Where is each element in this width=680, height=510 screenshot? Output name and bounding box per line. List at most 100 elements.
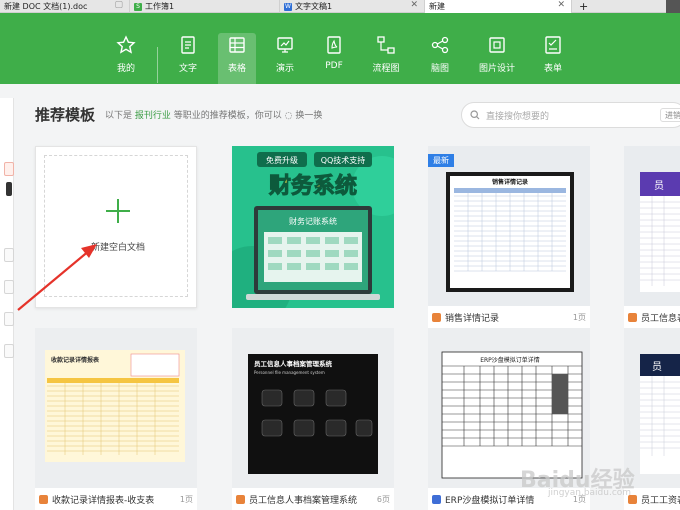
new-badge: 最新: [428, 154, 454, 167]
ribbon-label: 表单: [543, 64, 562, 74]
template-card[interactable]: 员工信息人事档案管理系统 Personnel file management s…: [232, 328, 394, 510]
search-icon: [470, 110, 480, 120]
template-thumbnail: 销售详情记录: [428, 146, 590, 306]
template-type-icon: [432, 312, 441, 322]
template-type-icon: [628, 312, 637, 322]
industry-link[interactable]: 报刊行业: [135, 111, 171, 121]
add-tab-icon[interactable]: +: [572, 0, 594, 13]
template-thumbnail: 员: [624, 146, 680, 306]
divider: [157, 47, 158, 83]
ribbon-image-design[interactable]: 图片设计: [477, 33, 517, 87]
subtitle-text: 以下是: [105, 111, 133, 121]
template-title: 员工信息表: [641, 313, 680, 324]
template-caption: 员工信息表: [624, 306, 680, 328]
template-type-icon: [236, 494, 245, 504]
notification-icon[interactable]: [4, 162, 14, 176]
document-icon: [181, 36, 195, 54]
tab-label: 文字文稿1: [295, 2, 333, 11]
ribbon-writer[interactable]: 文字: [169, 33, 207, 87]
section-title: 推荐模板: [35, 106, 96, 124]
tab-label: 工作簿1: [145, 2, 175, 11]
tab-new[interactable]: 新建 ✕: [425, 0, 572, 13]
mindmap-icon: [431, 36, 449, 54]
refresh-button[interactable]: ◌ 换一换: [285, 111, 323, 121]
thumb-title: 员工信息人事档案管理系统: [254, 359, 333, 368]
left-panel: [0, 98, 14, 510]
indicator-icon: [6, 182, 12, 196]
tab-writer[interactable]: W 文字文稿1 ✕: [280, 0, 425, 13]
template-title: 员工工资表: [641, 495, 680, 506]
page-count: 1页: [572, 312, 586, 322]
ribbon-label: 表格: [227, 64, 246, 74]
new-blank-document-card[interactable]: 新建空白文档: [35, 146, 197, 308]
pin-icon[interactable]: ▢: [114, 0, 123, 10]
refresh-label: 换一换: [295, 111, 323, 121]
ribbon-form[interactable]: 表单: [534, 33, 572, 87]
ribbon-label: PDF: [325, 61, 343, 71]
image-design-icon: [489, 37, 505, 53]
panel-icon[interactable]: [4, 280, 14, 294]
plus-icon: [117, 199, 119, 223]
watermark-url: jingyan.baidu.com: [548, 488, 632, 498]
tab-label: 新建 DOC 文档(1).doc: [4, 2, 88, 11]
template-card[interactable]: 销售详情记录 最新 销售详情记录 1页: [428, 146, 590, 328]
star-icon: [116, 35, 136, 54]
template-title: 收款记录详情报表-收支表: [52, 495, 155, 506]
close-icon[interactable]: ✕: [557, 0, 565, 10]
page-count: 6页: [376, 494, 390, 504]
template-thumbnail: 员工信息人事档案管理系统 Personnel file management s…: [232, 328, 394, 488]
section-subtitle: 以下是 报刊行业 等职业的推荐模板，你可以 ◌ 换一换: [105, 108, 322, 121]
window-menu-icon[interactable]: [666, 0, 680, 13]
template-title: 员工信息人事档案管理系统: [249, 495, 358, 506]
tab-bar: 新建 DOC 文档(1).doc ▢ S 工作簿1 W 文字文稿1 ✕ 新建 ✕…: [0, 0, 680, 13]
ribbon: 我的 文字 表格 演示 PDF 流程图 脑图 图片设计 表单: [0, 13, 680, 87]
system-preview: 员工信息人事档案管理系统 Personnel file management s…: [248, 354, 378, 474]
promo-tag-support: QQ技术支持: [321, 155, 366, 165]
template-caption: 收款记录详情报表-收支表 1页: [35, 488, 197, 510]
ribbon-sheet[interactable]: 表格: [218, 33, 256, 87]
search-suggestion-tag[interactable]: 进销: [660, 108, 680, 122]
thumb-title: 收款记录详情报表: [51, 356, 100, 364]
template-title: 销售详情记录: [445, 313, 500, 324]
panel-icon[interactable]: [4, 312, 14, 326]
panel-icon[interactable]: [4, 248, 14, 262]
panel-icon[interactable]: [4, 344, 14, 358]
screen-title: 财务记账系统: [289, 216, 337, 226]
promo-title: 财务系统: [269, 173, 357, 199]
template-card[interactable]: 员 员工信息表: [624, 146, 680, 328]
ribbon-mine[interactable]: 我的: [107, 33, 145, 87]
ribbon-mindmap[interactable]: 脑图: [421, 33, 459, 87]
featured-banner: 免费升级 QQ技术支持 财务系统 财务记账系统: [212, 146, 412, 326]
thumb-title: 员: [652, 361, 662, 373]
subtitle-text: 等职业的推荐模板，你可以: [173, 111, 282, 121]
ribbon-pdf[interactable]: PDF: [315, 33, 353, 87]
template-card[interactable]: 收款记录详情报表 收款记录详情报表-收支表 1页: [35, 328, 197, 510]
template-type-icon: [39, 494, 48, 504]
ribbon-label: 演示: [275, 64, 294, 74]
close-icon[interactable]: ✕: [410, 0, 418, 10]
featured-template-card[interactable]: 免费升级 QQ技术支持 财务系统 财务记账系统: [212, 146, 412, 326]
promo-tag-upgrade: 免费升级: [266, 155, 298, 165]
ribbon-label: 图片设计: [478, 64, 515, 74]
refresh-icon: ◌: [284, 111, 293, 121]
search-box[interactable]: 直接搜你想要的 进销: [461, 102, 680, 128]
ribbon-label: 我的: [116, 64, 135, 74]
thumb-title: 员: [654, 180, 664, 192]
blank-document-label: 新建空白文档: [91, 243, 146, 253]
blank-frame: [44, 155, 188, 297]
template-type-icon: [432, 494, 441, 504]
template-thumbnail: 收款记录详情报表: [35, 328, 197, 488]
ribbon-flowchart[interactable]: 流程图: [367, 33, 405, 87]
ribbon-presentation[interactable]: 演示: [266, 33, 304, 87]
pdf-icon: [327, 36, 341, 54]
ribbon-label: 文字: [178, 64, 197, 74]
presentation-icon: [277, 37, 293, 53]
template-area: 推荐模板 以下是 报刊行业 等职业的推荐模板，你可以 ◌ 换一换 直接搜你想要的…: [14, 84, 680, 510]
tab-doc[interactable]: 新建 DOC 文档(1).doc ▢: [0, 0, 130, 13]
form-icon: [545, 36, 561, 54]
template-title: ERP沙盘模拟订单详情: [445, 495, 535, 506]
template-caption: 销售详情记录 1页: [428, 306, 590, 328]
tab-workbook[interactable]: S 工作簿1: [130, 0, 280, 13]
search-input[interactable]: 直接搜你想要的: [486, 109, 549, 122]
doc-icon: W: [284, 2, 292, 11]
